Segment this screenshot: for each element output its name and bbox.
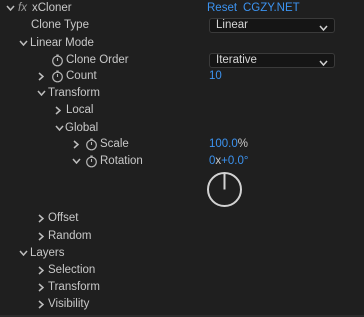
clone-type-value: Linear [216,19,248,31]
rotation-degrees[interactable]: +0.0° [221,155,248,167]
linear-mode-label: Linear Mode [30,37,94,49]
selection-label: Selection [48,264,96,276]
local-row[interactable]: Local [0,102,364,119]
layers-row[interactable]: Layers [0,245,364,262]
layers-chevron-icon[interactable] [18,248,28,258]
global-chevron-icon[interactable] [54,123,64,133]
clone-order-row: Clone Order Iterative [0,52,364,69]
clone-order-value: Iterative [216,54,257,66]
rotation-chevron-icon[interactable] [71,156,81,166]
stopwatch-icon[interactable] [51,70,64,83]
effect-name: xCloner [32,2,72,14]
clone-type-dropdown[interactable]: Linear [209,18,335,33]
scale-label: Scale [100,138,129,150]
visibility-label: Visibility [48,298,90,310]
count-chevron-right-icon[interactable] [36,71,46,81]
offset-chevron-right-icon[interactable] [36,213,46,223]
fx-icon[interactable]: fx [18,0,27,17]
count-value[interactable]: 10 [209,68,222,85]
count-row: Count 10 [0,68,364,85]
clone-order-dropdown[interactable]: Iterative [209,53,335,68]
effect-expand-chevron-icon[interactable] [5,3,15,13]
rotation-dial[interactable] [206,171,243,208]
layers-transform-label: Transform [48,281,100,293]
transform-chevron-icon[interactable] [36,88,46,98]
linear-mode-row[interactable]: Linear Mode [0,35,364,52]
clone-type-row: Clone Type Linear [0,17,364,34]
linear-mode-chevron-icon[interactable] [18,38,28,48]
stopwatch-icon[interactable] [85,138,98,151]
preset-link[interactable]: CGZY.NET [243,0,300,17]
global-row[interactable]: Global [0,120,364,137]
global-label: Global [65,122,99,134]
random-label: Random [48,230,92,242]
local-label: Local [66,104,94,116]
effect-header-row: fx xCloner Reset CGZY.NET [0,0,364,17]
scale-chevron-right-icon[interactable] [71,139,81,149]
rotation-value-group: 0x+0.0° [209,153,248,170]
visibility-chevron-right-icon[interactable] [36,299,46,309]
stopwatch-icon[interactable] [51,54,64,67]
layers-label: Layers [30,247,65,259]
scale-value-group: 100.0% [209,136,248,153]
offset-row[interactable]: Offset [0,210,364,227]
scale-value[interactable]: 100.0 [209,138,238,150]
stopwatch-icon[interactable] [85,155,98,168]
clone-type-label: Clone Type [31,19,89,31]
layers-transform-chevron-right-icon[interactable] [36,282,46,292]
visibility-row[interactable]: Visibility [0,296,364,313]
reset-button[interactable]: Reset [207,0,237,17]
layers-transform-row[interactable]: Transform [0,279,364,296]
clone-order-label: Clone Order [66,54,129,66]
local-chevron-right-icon[interactable] [53,105,63,115]
transform-label: Transform [48,87,100,99]
count-label: Count [66,70,97,82]
rotation-row: Rotation 0x+0.0° [0,153,364,170]
scale-unit: % [237,138,249,150]
random-row[interactable]: Random [0,228,364,245]
selection-chevron-right-icon[interactable] [36,265,46,275]
offset-label: Offset [48,212,79,224]
scale-row: Scale 100.0% [0,136,364,153]
random-chevron-right-icon[interactable] [36,231,46,241]
selection-row[interactable]: Selection [0,262,364,279]
chevron-down-icon [319,22,328,35]
rotation-label: Rotation [100,155,143,167]
transform-row[interactable]: Transform [0,85,364,102]
